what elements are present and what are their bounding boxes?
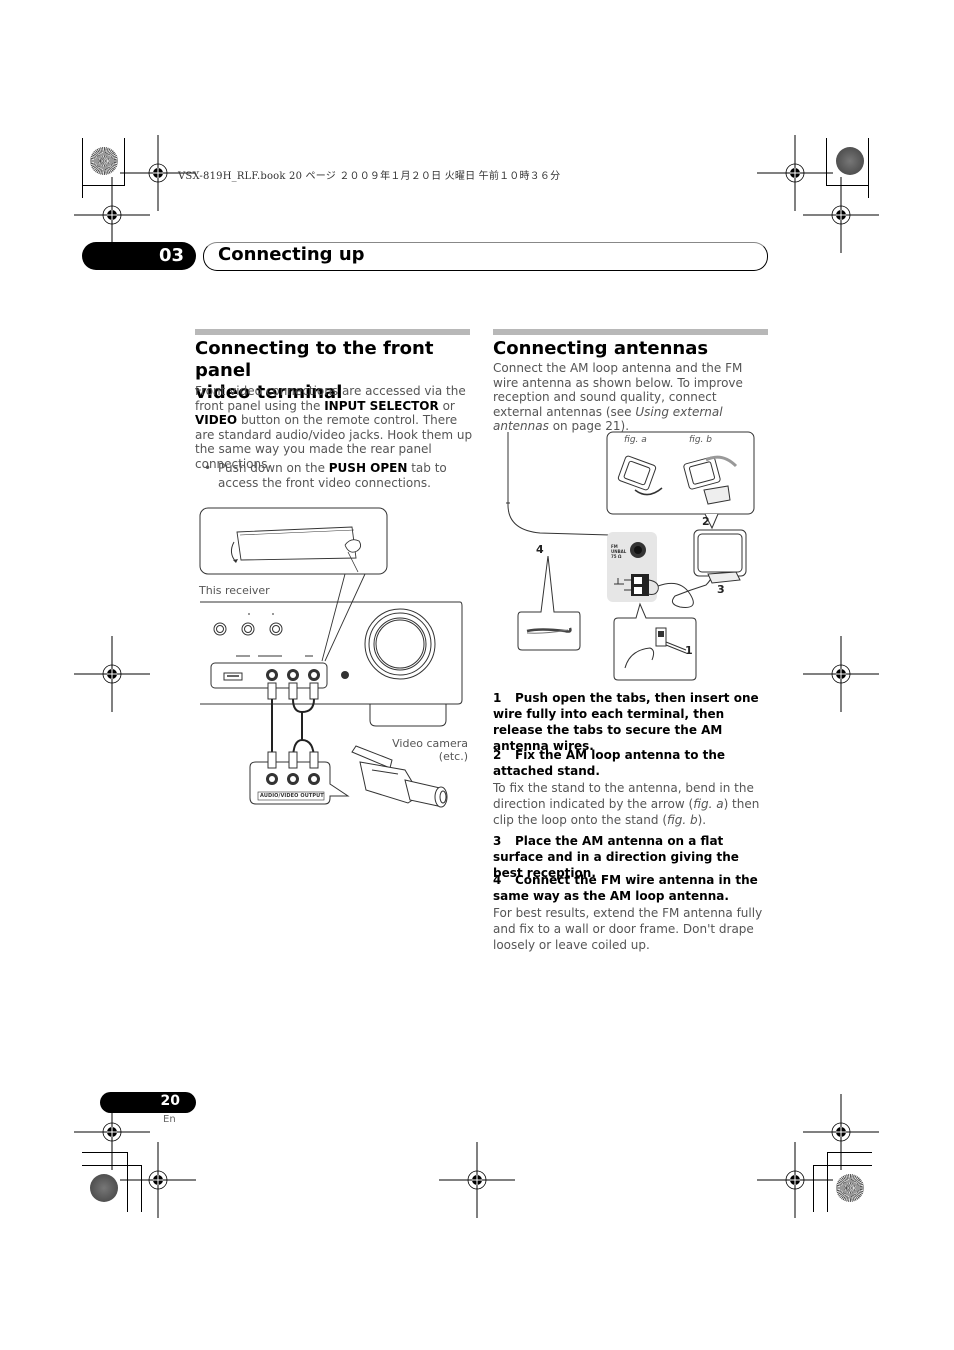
- step-2-body: To fix the stand to the antenna, bend in…: [493, 780, 771, 828]
- fig-ref: fig. b: [667, 813, 698, 827]
- text: Push open the tabs, then insert one wire…: [493, 691, 759, 753]
- step-number: 1: [493, 691, 502, 705]
- text: Connect the FM wire antenna in the same …: [493, 873, 758, 903]
- page-number: 20: [160, 1093, 180, 1109]
- fm-terminal-label: FM UNBAL 75 Ω: [611, 544, 627, 559]
- step-1-heading: 1 Push open the tabs, then insert one wir…: [493, 690, 771, 754]
- callout-2: 2: [702, 515, 710, 528]
- step-number: 4: [493, 873, 502, 887]
- callout-1: 1: [685, 644, 693, 657]
- fig-ref: fig. a: [693, 797, 724, 811]
- fig-b-label: fig. b: [689, 435, 712, 445]
- text: ).: [697, 813, 707, 827]
- step-2-heading: 2 Fix the AM loop antenna to the attached…: [493, 747, 771, 779]
- step-number: 3: [493, 834, 502, 848]
- page-number-badge: 20: [100, 1092, 196, 1113]
- page-language: En: [163, 1114, 176, 1125]
- fig-a-label: fig. a: [624, 435, 647, 445]
- antenna-connection-diagram: [506, 431, 755, 681]
- step-4-heading: 4 Connect the FM wire antenna in the same…: [493, 872, 771, 904]
- text: Fix the AM loop antenna to the attached …: [493, 748, 726, 778]
- callout-3: 3: [717, 583, 725, 596]
- callout-4: 4: [536, 543, 544, 556]
- step-number: 2: [493, 748, 502, 762]
- step-4-body: For best results, extend the FM antenna …: [493, 906, 763, 952]
